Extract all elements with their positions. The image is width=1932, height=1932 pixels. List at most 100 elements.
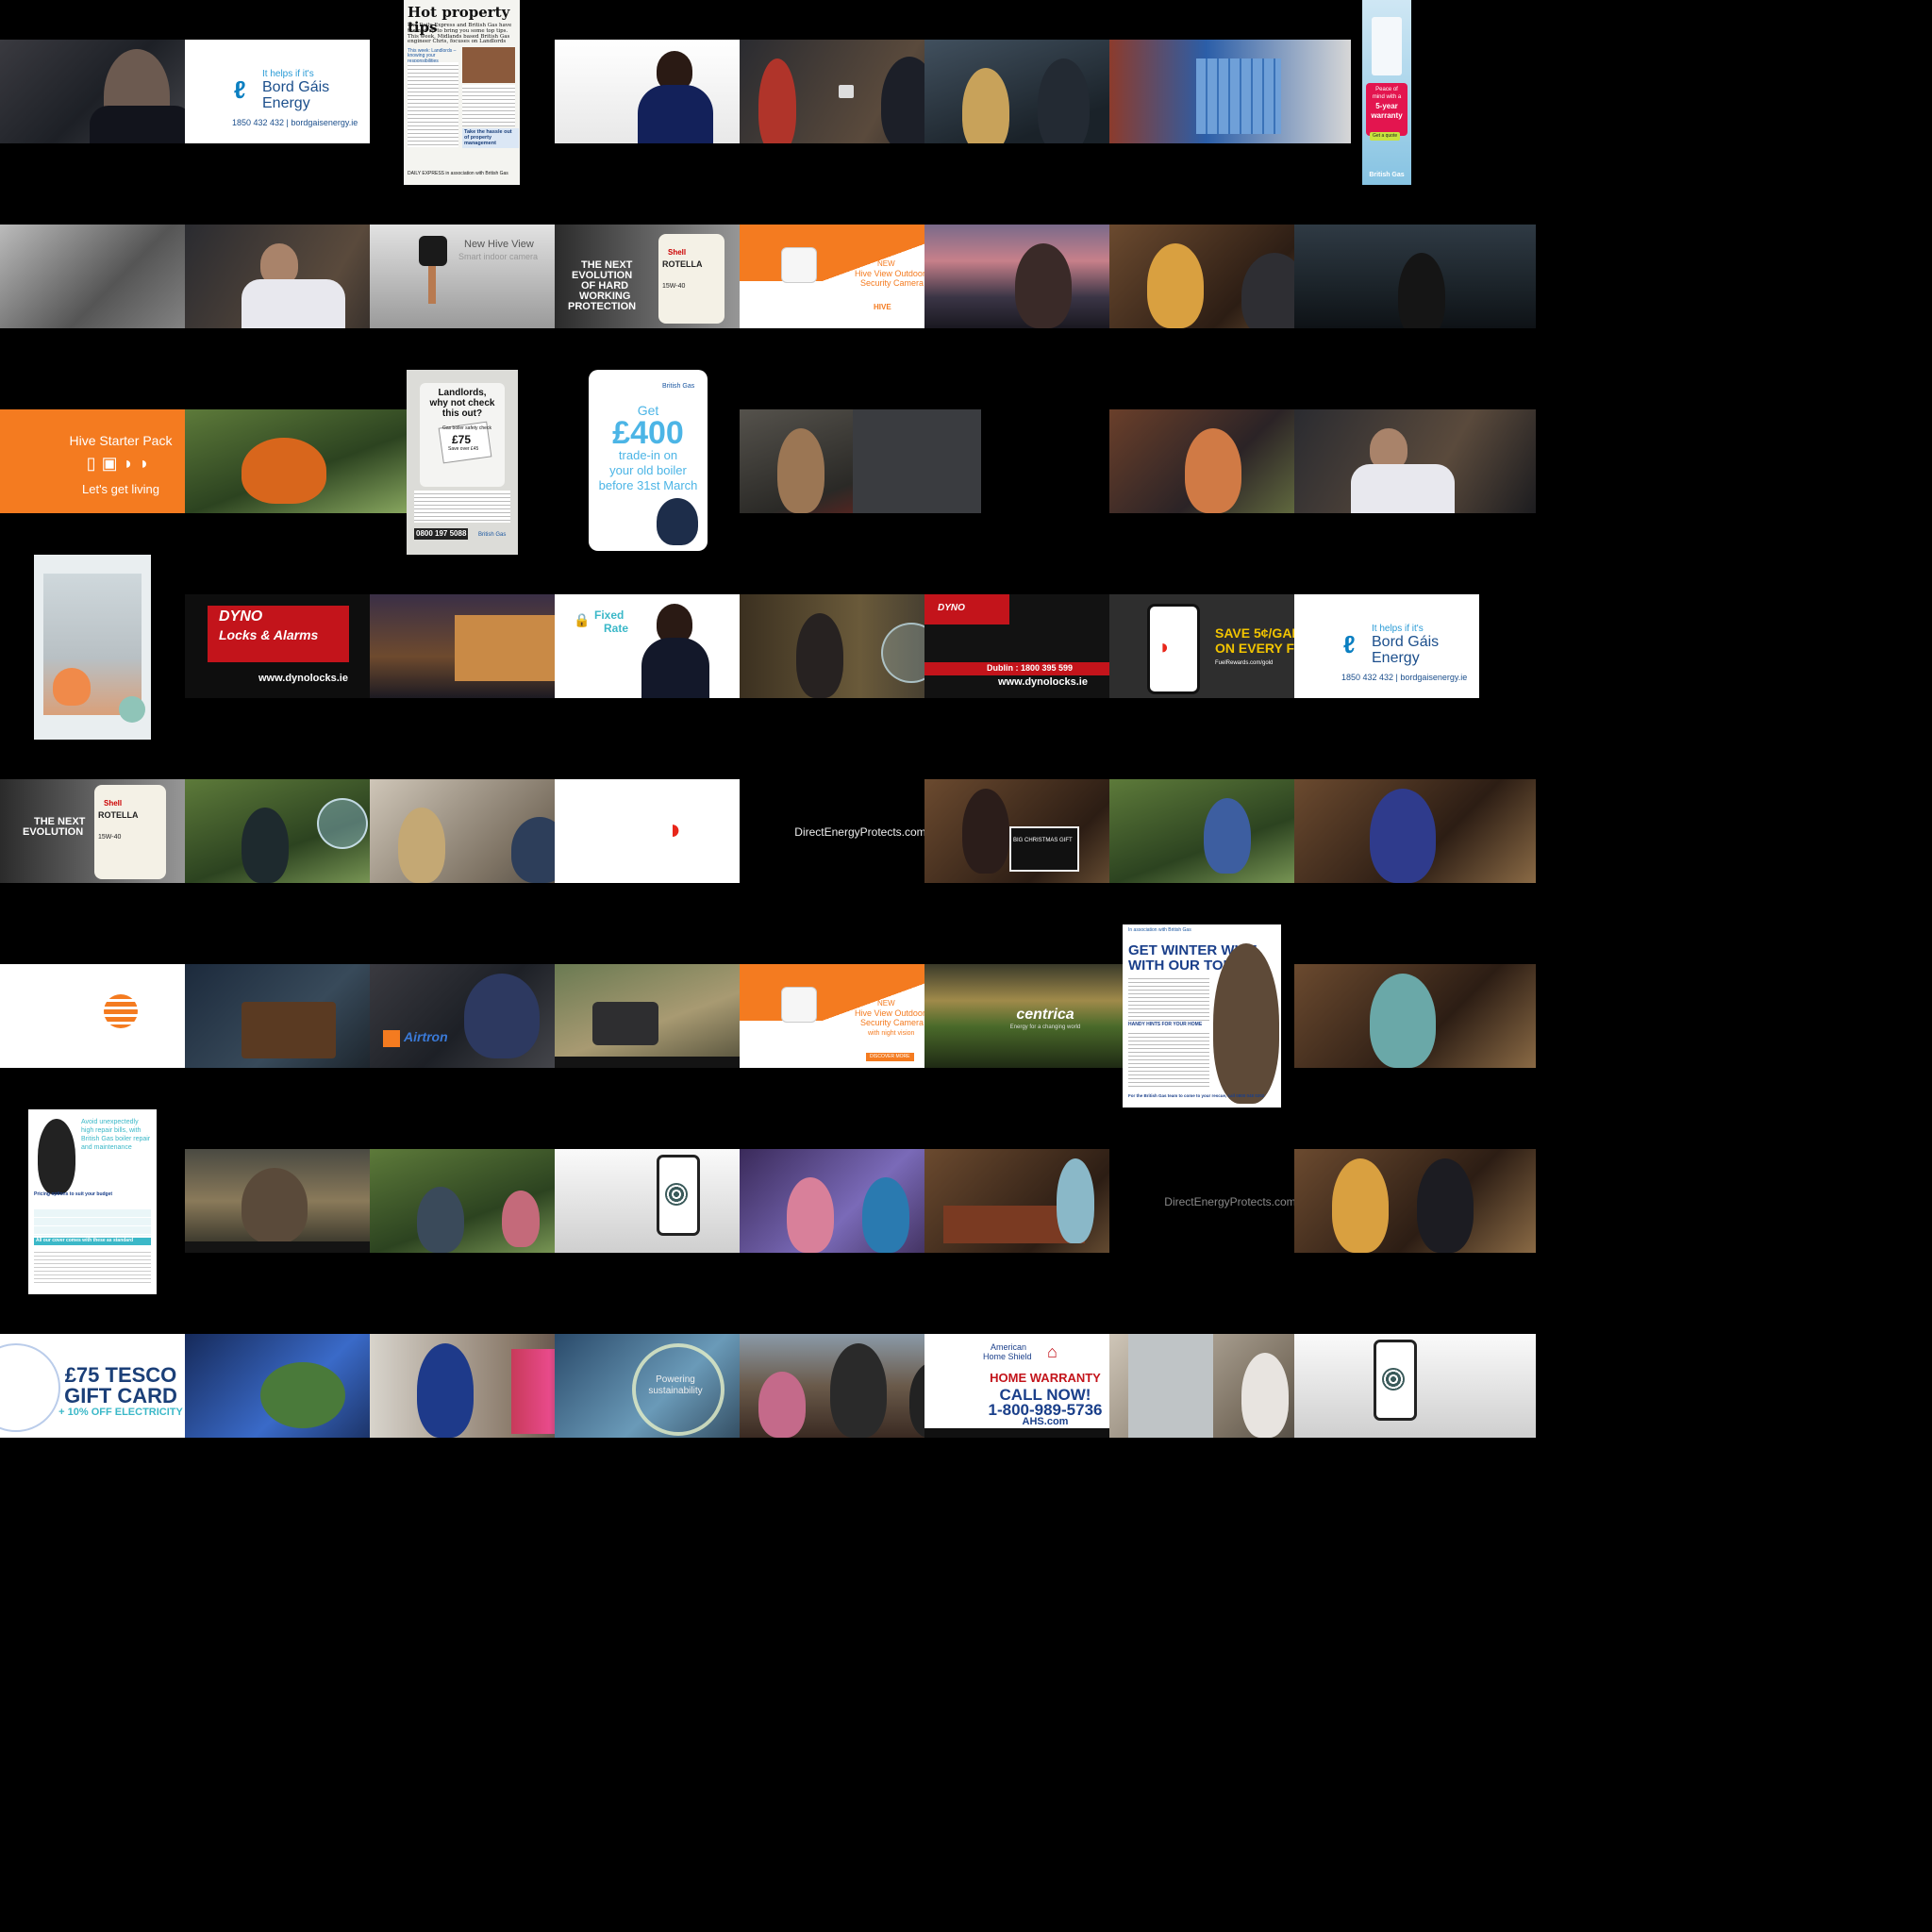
thumb-surprised-mother[interactable] [1294,779,1536,883]
thumb-room-illustration-page[interactable] [34,555,151,740]
price-tag-label: Gas boiler safety check [442,425,491,431]
pricing-table [34,1209,151,1236]
chair-figure [53,668,91,706]
shell2-line2: EVOLUTION [23,826,84,838]
shell-logo-icon: ◗ [1158,635,1172,658]
thumb-garden-hose[interactable] [185,409,426,513]
fixed-line2: Rate [604,622,629,635]
trade-line4: your old boiler [609,463,687,477]
thumb-truck-driver[interactable] [740,409,981,513]
thumb-hot-property-tips-article[interactable]: Hot property tips The Daily Express and … [404,0,520,185]
jug-product: ROTELLA [662,259,703,269]
article-footer: DAILY EXPRESS in association with Britis… [408,171,508,176]
avoid-line4: and maintenance [81,1144,132,1151]
thumb-bord-gais-logo[interactable]: ℓ It helps if it's Bord Gáis Energy 1850… [185,40,370,143]
leaflet-phone: 0800 197 5088 [414,528,469,541]
article-body-text [408,62,458,147]
jug2-product: ROTELLA [98,810,139,820]
cover-list [34,1249,151,1283]
fuel-line1: SAVE 5¢/GAL [1215,625,1300,641]
bord-contact-2: 1850 432 432 | bordgaisenergy.ie [1341,673,1468,682]
truck [592,1002,658,1045]
dyno-url: www.dynolocks.ie [258,673,348,684]
thumb-woman-sofa[interactable] [1294,964,1536,1068]
thumb-winter-wise-article[interactable]: In association with British Gas GET WINT… [1123,924,1281,1108]
bord-name-2b: Energy [1372,650,1420,666]
house-photo [462,47,515,83]
airtron-logo-icon [383,1030,400,1047]
discover-more-button[interactable]: DISCOVER MORE [866,1053,914,1062]
thumb-landlords-leaflet[interactable]: Landlords, why not check this out? Gas b… [407,370,518,555]
camera-icon [419,236,447,266]
hive-view-sub: Smart indoor camera [458,252,539,261]
warranty-line1: Peace of [1375,87,1398,92]
bubble-2 [317,798,368,849]
trade-line5: before 31st March [598,478,698,492]
airtron-brand: Airtron [404,1029,448,1044]
clapperboard [1009,826,1079,872]
leaflet-title3: this out? [441,408,483,419]
winter-footer: For the British Gas team to come to your… [1128,1093,1265,1098]
trade-amount: £400 [612,415,684,451]
hive-logo-icon [104,994,138,1028]
price-tag-saving: Save over £45 [448,446,479,452]
avoid-heading1: Pricing options to suit your budget [34,1191,113,1197]
shell-line5: PROTECTION [568,301,637,312]
hive-brand: HIVE [874,303,891,311]
dyno-phone: Dublin : 1800 395 599 [987,663,1074,673]
article-body-text-2 [462,85,515,126]
trade-line3: trade-in on [618,448,678,462]
jug2-grade: 15W-40 [98,834,122,841]
leaflet-body [414,491,510,523]
leaflet-title1: Landlords, [438,388,487,398]
winter-sub: HANDY HINTS FOR YOUR HOME [1128,1022,1203,1027]
thermostat-icon [839,85,854,98]
planet [260,1362,345,1428]
legal-caption [1294,864,1536,877]
thumb-shopfront-penguin[interactable] [1109,40,1351,143]
woman-photo [1213,943,1279,1104]
thumb-technician-2[interactable] [1294,409,1536,513]
outdoor2-new: NEW [877,999,895,1008]
winter-head: In association with British Gas [1128,927,1191,933]
warranty-line2: mind with a [1372,94,1402,100]
thumb-hive-app-phone-2[interactable] [1294,1334,1536,1438]
article-intro: The Daily Express and British Gas have t… [408,23,512,45]
avoid-line1: Avoid unexpectedly [81,1119,139,1125]
thumb-warranty-banner[interactable]: Peace of mind with a 5-year warranty Get… [1362,0,1411,185]
warranty-line3: 5-year [1375,102,1398,110]
shop-window [1196,58,1281,134]
camera-stand [428,266,436,304]
outdoor-camera-icon-2 [781,987,817,1023]
hive-view-title: New Hive View [464,239,534,250]
thumb-nursery-visit[interactable] [1294,1149,1536,1253]
bord-gais-flame-icon: ℓ [234,75,246,104]
jug-grade: 15W-40 [662,283,686,290]
avoid-heading2: All our cover comes with these as standa… [36,1238,134,1243]
get-quote-button[interactable]: Get a quote [1370,132,1401,142]
dyno-logo-2: DYNO [938,603,965,613]
clapperboard-text: BIG CHRISTMAS GIFT [1013,838,1073,843]
price-tag-price: £75 [452,433,472,446]
thumb-bord-gais-logo-2[interactable]: ℓ It helps if it's Bord Gáis Energy 1850… [1294,594,1479,698]
thumb-400-trade-in[interactable]: British Gas Get £400 trade-in on your ol… [589,370,708,551]
outdoor2-sub: with night vision [868,1030,915,1037]
penguin-mascot-icon [657,498,698,545]
outdoor-new: NEW [877,259,895,268]
thumb-avoid-repair-bills-leaflet[interactable]: Avoid unexpectedly high repair bills, wi… [28,1109,157,1294]
app-hexagons-icon-2 [1382,1368,1405,1391]
truck-side [853,409,981,513]
dyno-sub: Locks & Alarms [219,627,319,642]
bord-name-2a: Bord Gáis [1372,634,1440,650]
lit-window [455,615,558,681]
dyno-url-2: www.dynolocks.ie [998,676,1088,688]
thumb-man-by-sea[interactable] [1294,225,1536,328]
trade-brand: British Gas [662,383,695,390]
winter-body-2 [1128,1030,1209,1089]
avoid-line3: British Gas boiler repair [81,1136,151,1142]
bord-tagline: It helps if it's [262,69,314,79]
bord-tagline-2: It helps if it's [1372,624,1424,634]
jug-brand: Shell [668,248,687,257]
ahs-house-icon: ⌂ [1047,1342,1058,1361]
jug2-brand: Shell [104,799,123,808]
